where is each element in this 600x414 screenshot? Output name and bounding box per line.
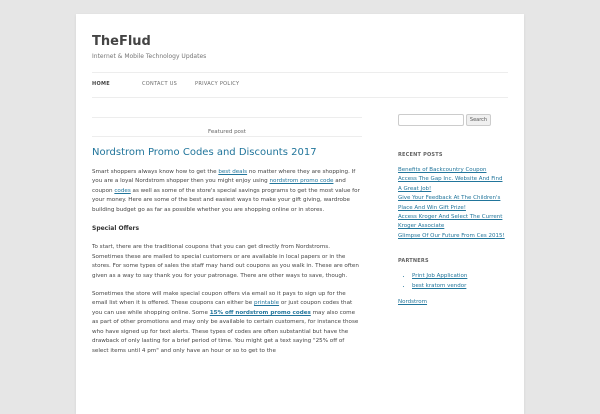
recent-post-link[interactable]: Place And Win Gift Prize!: [398, 204, 508, 213]
post-title[interactable]: Nordstrom Promo Codes and Discounts 2017: [92, 147, 362, 158]
partner-link[interactable]: best kratom vendor: [412, 283, 466, 289]
post-paragraph-1: Smart shoppers always know how to get th…: [92, 169, 360, 213]
printable-link[interactable]: printable: [254, 300, 279, 306]
recent-post-link[interactable]: A Great Job!: [398, 185, 508, 194]
recent-posts-widget: Recent Posts Benefits of Backcountry Cou…: [398, 152, 508, 241]
recent-post-link[interactable]: Access The Gap Inc. Website And Find: [398, 175, 508, 184]
post-paragraph-2: To start, there are the traditional coup…: [92, 244, 359, 279]
recent-posts-title: Recent Posts: [398, 152, 443, 158]
best-deals-link[interactable]: best deals: [218, 169, 247, 175]
featured-post-label: Featured post: [208, 129, 246, 135]
list-item: Print Job Application: [412, 272, 508, 281]
codes-link[interactable]: codes: [114, 188, 130, 194]
partners-list: Print Job Application best kratom vendor: [398, 272, 508, 291]
nav-item-contact-us[interactable]: Contact Us: [142, 81, 177, 87]
search-button[interactable]: Search: [466, 114, 491, 126]
post-paragraph-3: Sometimes the store will make special co…: [92, 291, 359, 354]
partner-link[interactable]: Print Job Application: [412, 273, 467, 279]
recent-post-link[interactable]: Kroger Associate: [398, 222, 508, 231]
recent-post-link[interactable]: Give Your Feedback At The Children's: [398, 194, 508, 203]
recent-post-link[interactable]: Glimpse Of Our Future From Ces 2015!: [398, 232, 508, 241]
page-container: TheFlud Internet & Mobile Technology Upd…: [76, 14, 524, 414]
partners-title: Partners: [398, 258, 429, 265]
sidebar: Search Recent Posts Benefits of Backcoun…: [398, 114, 508, 305]
search-form: Search: [398, 114, 508, 128]
recent-post-link[interactable]: Benefits of Backcountry Coupon: [398, 166, 508, 175]
list-item: best kratom vendor: [412, 282, 508, 291]
promo-codes-link[interactable]: 15% off nordstrom promo codes: [210, 310, 311, 316]
nordstrom-promo-code-link[interactable]: nordstrom promo code: [270, 178, 334, 184]
nordstrom-link[interactable]: Nordstrom: [398, 299, 508, 305]
nav-item-privacy-policy[interactable]: Privacy Policy: [195, 81, 239, 87]
search-input[interactable]: [398, 114, 464, 126]
featured-post-bar: Featured post: [92, 117, 362, 137]
main-navigation: Home Contact Us Privacy Policy: [92, 72, 508, 98]
nav-item-home[interactable]: Home: [92, 81, 110, 87]
recent-post-link[interactable]: Access Kroger And Select The Current: [398, 213, 508, 222]
section-heading: Special Offers: [92, 225, 140, 233]
site-description: Internet & Mobile Technology Updates: [92, 53, 207, 60]
post-content: Smart shoppers always know how to get th…: [92, 168, 362, 365]
site-title[interactable]: TheFlud: [92, 34, 151, 49]
partners-widget: Partners Print Job Application best krat…: [398, 258, 508, 305]
